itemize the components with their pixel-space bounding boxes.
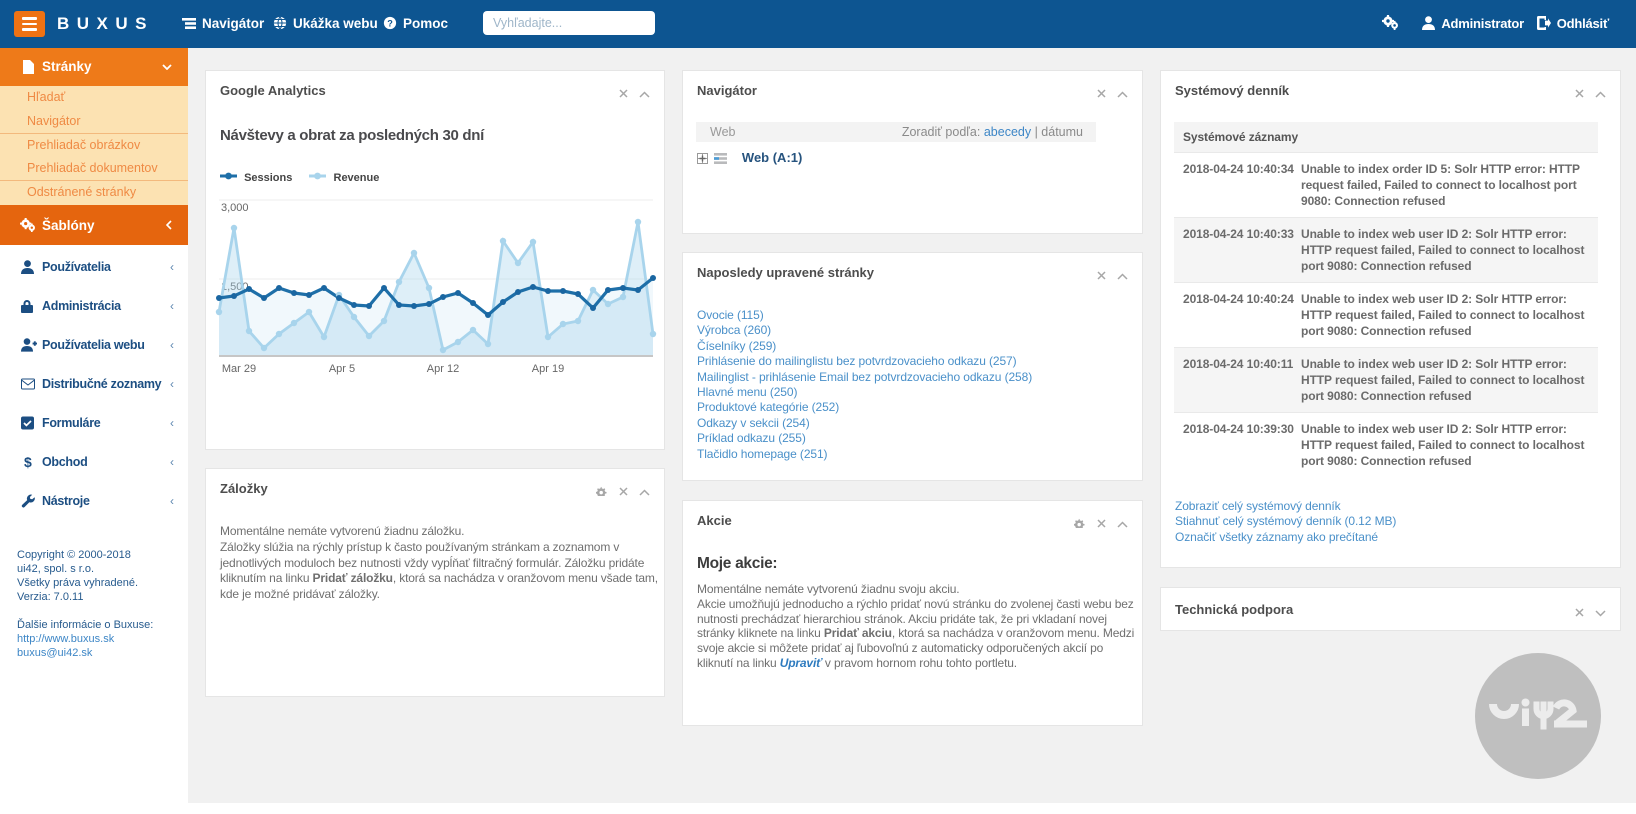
svg-text:Apr 5: Apr 5 [329, 363, 355, 375]
svg-text:Apr 12: Apr 12 [427, 363, 459, 375]
svg-text:Mar 29: Mar 29 [222, 363, 256, 375]
svg-text:Apr 19: Apr 19 [532, 363, 564, 375]
svg-text:?: ? [387, 19, 393, 29]
svg-text:3,000: 3,000 [221, 202, 249, 214]
